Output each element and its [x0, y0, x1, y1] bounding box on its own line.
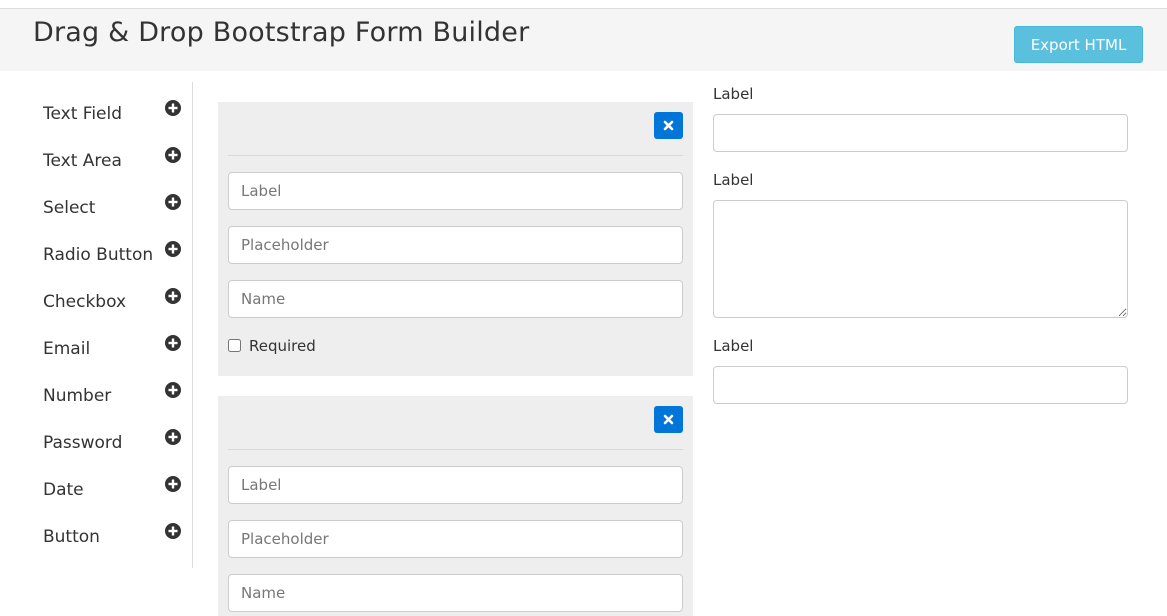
header-bar: Drag & Drop Bootstrap Form Builder Expor… [0, 9, 1167, 71]
sidebar: Text Field Text Area Select Radio Button… [0, 82, 193, 568]
name-input[interactable] [228, 280, 683, 318]
field-editor-panel: Required [218, 102, 693, 376]
sidebar-item-select[interactable]: Select [0, 176, 192, 218]
preview-field-label: Label [713, 85, 754, 103]
sidebar-item-label: Date [43, 480, 84, 500]
sidebar-item-label: Password [43, 433, 123, 453]
top-border [0, 0, 1167, 9]
sidebar-item-email[interactable]: Email [0, 317, 192, 359]
export-html-button[interactable]: Export HTML [1014, 26, 1143, 63]
placeholder-input[interactable] [228, 520, 683, 558]
label-input[interactable] [228, 172, 683, 210]
preview-textarea[interactable] [713, 200, 1128, 318]
remove-field-button[interactable] [654, 112, 683, 139]
plus-circle-icon[interactable] [165, 241, 181, 257]
plus-circle-icon[interactable] [165, 523, 181, 539]
sidebar-item-label: Checkbox [43, 292, 127, 312]
sidebar-item-label: Email [43, 339, 91, 359]
required-checkbox[interactable] [228, 339, 241, 352]
plus-circle-icon[interactable] [165, 335, 181, 351]
plus-circle-icon[interactable] [165, 288, 181, 304]
plus-circle-icon[interactable] [165, 429, 181, 445]
sidebar-item-date[interactable]: Date [0, 458, 192, 500]
close-icon [663, 120, 674, 131]
remove-field-button[interactable] [654, 406, 683, 433]
sidebar-item-checkbox[interactable]: Checkbox [0, 270, 192, 312]
label-input[interactable] [228, 466, 683, 504]
sidebar-item-label: Radio Button [43, 245, 154, 265]
sidebar-item-radio-button[interactable]: Radio Button [0, 223, 192, 265]
placeholder-input[interactable] [228, 226, 683, 264]
field-editor-panel [218, 396, 693, 616]
sidebar-item-label: Select [43, 198, 96, 218]
page-title: Drag & Drop Bootstrap Form Builder [33, 17, 530, 48]
sidebar-item-label: Button [43, 527, 100, 547]
sidebar-item-button[interactable]: Button [0, 505, 192, 547]
close-icon [663, 414, 674, 425]
sidebar-item-label: Number [43, 386, 112, 406]
sidebar-item-number[interactable]: Number [0, 364, 192, 406]
panel-divider [228, 155, 683, 156]
sidebar-item-label: Text Field [43, 104, 123, 124]
plus-circle-icon[interactable] [165, 194, 181, 210]
required-label: Required [249, 337, 316, 355]
preview-text-input[interactable] [713, 114, 1128, 152]
sidebar-item-label: Text Area [43, 151, 122, 171]
preview-field-label: Label [713, 337, 754, 355]
preview-field-label: Label [713, 171, 754, 189]
panel-divider [228, 449, 683, 450]
plus-circle-icon[interactable] [165, 147, 181, 163]
plus-circle-icon[interactable] [165, 100, 181, 116]
plus-circle-icon[interactable] [165, 476, 181, 492]
sidebar-item-text-field[interactable]: Text Field [0, 82, 192, 124]
sidebar-item-password[interactable]: Password [0, 411, 192, 453]
plus-circle-icon[interactable] [165, 382, 181, 398]
name-input[interactable] [228, 574, 683, 612]
sidebar-item-text-area[interactable]: Text Area [0, 129, 192, 171]
preview-text-input[interactable] [713, 366, 1128, 404]
